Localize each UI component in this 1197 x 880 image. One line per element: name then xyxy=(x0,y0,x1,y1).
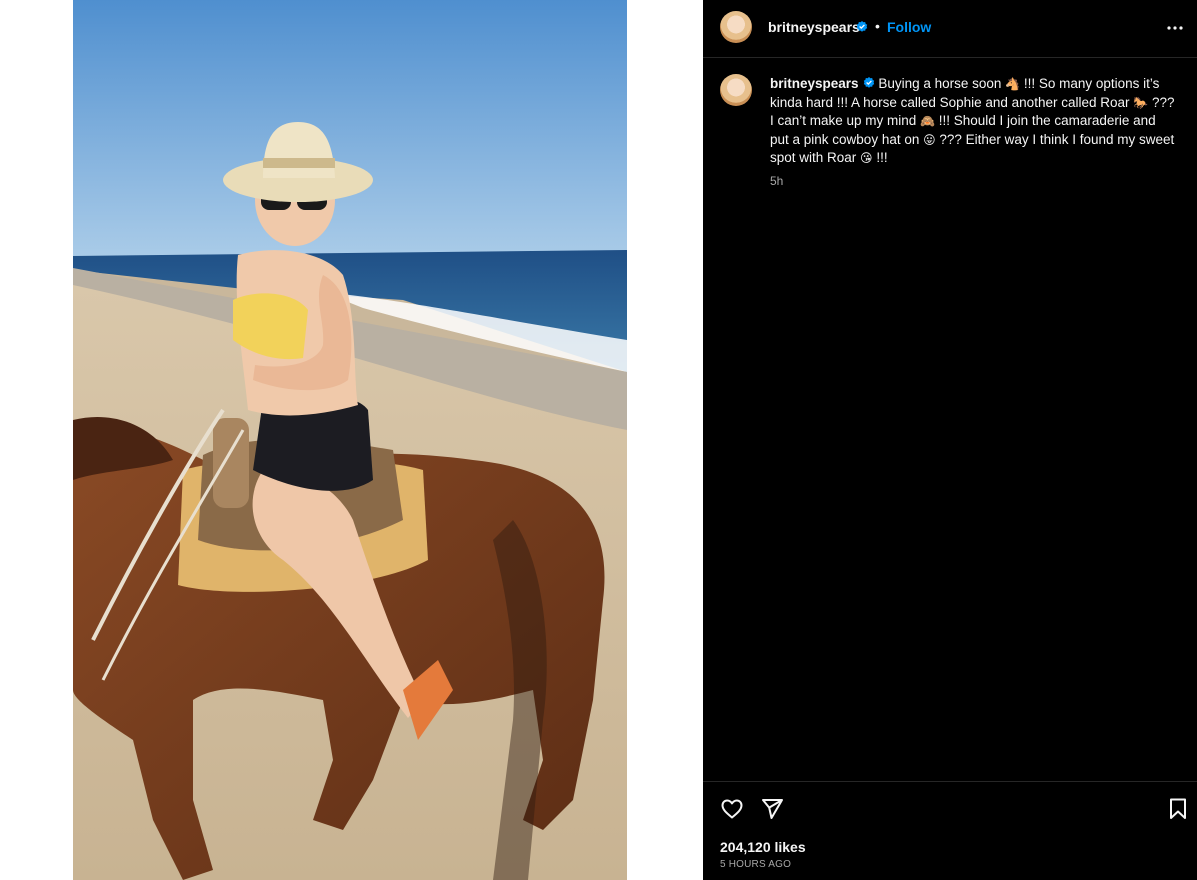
caption-author-avatar[interactable] xyxy=(720,74,752,106)
photo-illustration xyxy=(73,0,627,880)
caption-part-6: !!! xyxy=(872,150,888,165)
post-header: britneyspears • Follow xyxy=(703,0,1197,58)
author-avatar[interactable] xyxy=(720,11,752,43)
caption-emoji-3: 🙈 xyxy=(920,114,936,128)
likes-count[interactable]: 204,120 likes xyxy=(720,839,806,855)
post-photo[interactable] xyxy=(73,0,627,880)
caption-emoji-5: 😘 xyxy=(860,151,873,165)
post-side-panel: britneyspears • Follow britneyspears Buy… xyxy=(703,0,1197,880)
caption-verified-badge-icon xyxy=(863,77,874,88)
follow-button[interactable]: Follow xyxy=(887,19,931,35)
caption-timestamp[interactable]: 5h xyxy=(770,174,783,188)
bookmark-icon[interactable] xyxy=(1166,797,1190,821)
post-timestamp: 5 HOURS AGO xyxy=(720,859,792,870)
author-username[interactable]: britneyspears xyxy=(768,19,860,35)
header-separator: • xyxy=(875,18,880,34)
heart-icon[interactable] xyxy=(720,797,744,821)
more-options-icon[interactable] xyxy=(1165,18,1185,38)
caption-emoji-1: 🐴 xyxy=(1005,77,1021,91)
caption-emoji-4: 😛 xyxy=(923,132,936,147)
paper-plane-icon[interactable] xyxy=(760,797,784,821)
caption-part-1: Buying a horse soon xyxy=(878,76,1006,91)
caption-username[interactable]: britneyspears xyxy=(770,76,859,91)
caption-text: britneyspears Buying a horse soon 🐴 !!! … xyxy=(770,75,1175,168)
verified-badge-icon xyxy=(856,21,868,32)
caption-emoji-2: 🐎 xyxy=(1133,95,1149,110)
post-actions-footer: 204,120 likes 5 HOURS AGO xyxy=(703,781,1197,880)
